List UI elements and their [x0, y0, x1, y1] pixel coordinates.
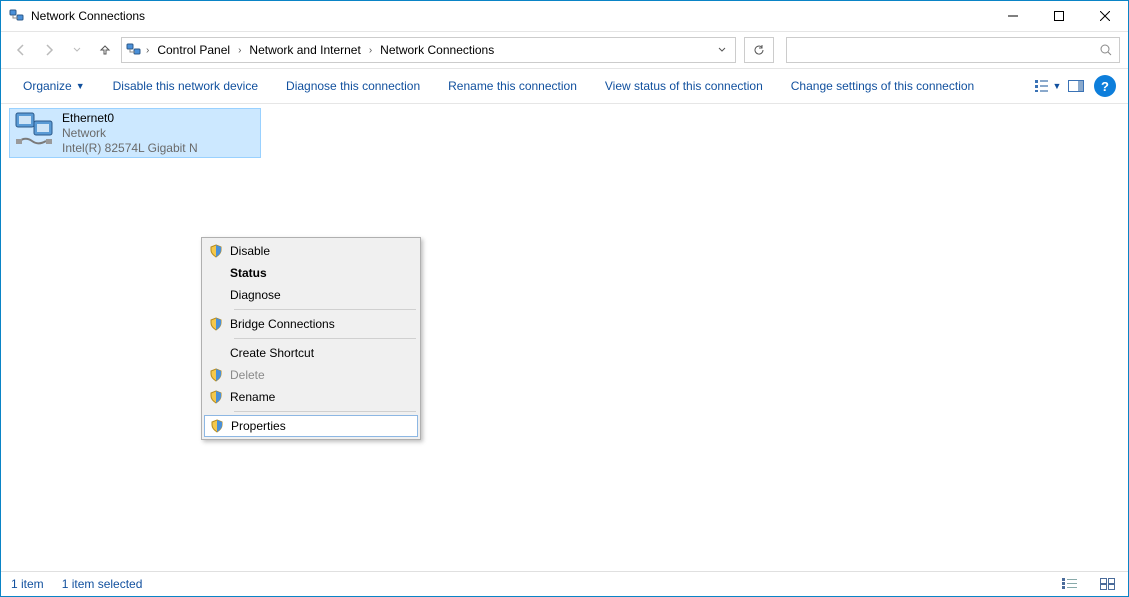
ctx-bridge[interactable]: Bridge Connections	[204, 313, 418, 335]
shield-icon	[204, 317, 228, 331]
diagnose-connection-button[interactable]: Diagnose this connection	[272, 69, 434, 103]
ctx-create-shortcut[interactable]: Create Shortcut	[204, 342, 418, 364]
minimize-button[interactable]	[990, 1, 1036, 31]
ctx-diagnose-label: Diagnose	[228, 288, 281, 302]
chevron-right-icon[interactable]: ›	[367, 45, 374, 56]
shield-icon	[204, 390, 228, 404]
content-area[interactable]: Ethernet0 Network Intel(R) 82574L Gigabi…	[1, 104, 1128, 571]
ctx-status-label: Status	[228, 266, 267, 280]
shield-icon	[204, 368, 228, 382]
adapter-network: Network	[62, 126, 198, 141]
ctx-rename-label: Rename	[228, 390, 275, 404]
ctx-properties[interactable]: Properties	[204, 415, 418, 437]
organize-menu[interactable]: Organize ▼	[9, 69, 99, 103]
view-options-button[interactable]: ▼	[1034, 72, 1062, 100]
breadcrumb-control-panel[interactable]: Control Panel	[153, 43, 234, 57]
ctx-delete: Delete	[204, 364, 418, 386]
chevron-down-icon: ▼	[76, 81, 85, 91]
ctx-rename[interactable]: Rename	[204, 386, 418, 408]
context-menu: Disable Status Diagnose Bridge Connectio…	[201, 237, 421, 440]
adapter-text: Ethernet0 Network Intel(R) 82574L Gigabi…	[62, 111, 198, 155]
shield-icon	[204, 244, 228, 258]
view-status-button[interactable]: View status of this connection	[591, 69, 777, 103]
adapter-name: Ethernet0	[62, 111, 198, 126]
ctx-status[interactable]: Status	[204, 262, 418, 284]
ctx-diagnose[interactable]: Diagnose	[204, 284, 418, 306]
ctx-delete-label: Delete	[228, 368, 265, 382]
adapter-item-ethernet0[interactable]: Ethernet0 Network Intel(R) 82574L Gigabi…	[9, 108, 261, 158]
chevron-right-icon[interactable]: ›	[236, 45, 243, 56]
status-item-count: 1 item	[11, 577, 44, 591]
ctx-shortcut-label: Create Shortcut	[228, 346, 314, 360]
adapter-device: Intel(R) 82574L Gigabit N	[62, 141, 198, 155]
window-frame: Network Connections	[0, 0, 1129, 597]
separator	[234, 338, 416, 339]
search-input[interactable]	[786, 37, 1120, 63]
back-button[interactable]	[9, 38, 33, 62]
details-view-button[interactable]	[1060, 576, 1080, 592]
chevron-down-icon: ▼	[1053, 81, 1062, 91]
rename-connection-button[interactable]: Rename this connection	[434, 69, 591, 103]
search-icon	[1099, 43, 1113, 57]
refresh-button[interactable]	[744, 37, 774, 63]
network-connections-icon	[9, 8, 25, 24]
maximize-button[interactable]	[1036, 1, 1082, 31]
command-bar: Organize ▼ Disable this network device D…	[1, 69, 1128, 104]
nav-bar: › Control Panel › Network and Internet ›…	[1, 31, 1128, 69]
forward-button[interactable]	[37, 38, 61, 62]
organize-label: Organize	[23, 79, 72, 93]
recent-locations-dropdown[interactable]	[65, 38, 89, 62]
change-settings-button[interactable]: Change settings of this connection	[777, 69, 988, 103]
up-button[interactable]	[93, 38, 117, 62]
ctx-properties-label: Properties	[229, 419, 286, 433]
chevron-right-icon[interactable]: ›	[144, 45, 151, 56]
breadcrumb-network-connections[interactable]: Network Connections	[376, 43, 498, 57]
shield-icon	[205, 419, 229, 433]
window-title: Network Connections	[31, 9, 145, 23]
preview-pane-button[interactable]	[1062, 72, 1090, 100]
address-dropdown[interactable]	[713, 46, 731, 54]
separator	[234, 309, 416, 310]
titlebar: Network Connections	[1, 1, 1128, 31]
network-connections-icon	[126, 42, 142, 58]
ctx-disable-label: Disable	[228, 244, 270, 258]
ctx-bridge-label: Bridge Connections	[228, 317, 335, 331]
breadcrumb-network-internet[interactable]: Network and Internet	[245, 43, 364, 57]
address-bar[interactable]: › Control Panel › Network and Internet ›…	[121, 37, 736, 63]
status-selected-count: 1 item selected	[62, 577, 143, 591]
network-adapter-icon	[14, 111, 58, 153]
large-icons-view-button[interactable]	[1098, 576, 1118, 592]
separator	[234, 411, 416, 412]
disable-device-button[interactable]: Disable this network device	[99, 69, 272, 103]
status-bar: 1 item 1 item selected	[1, 571, 1128, 596]
ctx-disable[interactable]: Disable	[204, 240, 418, 262]
close-button[interactable]	[1082, 1, 1128, 31]
help-button[interactable]: ?	[1094, 75, 1116, 97]
